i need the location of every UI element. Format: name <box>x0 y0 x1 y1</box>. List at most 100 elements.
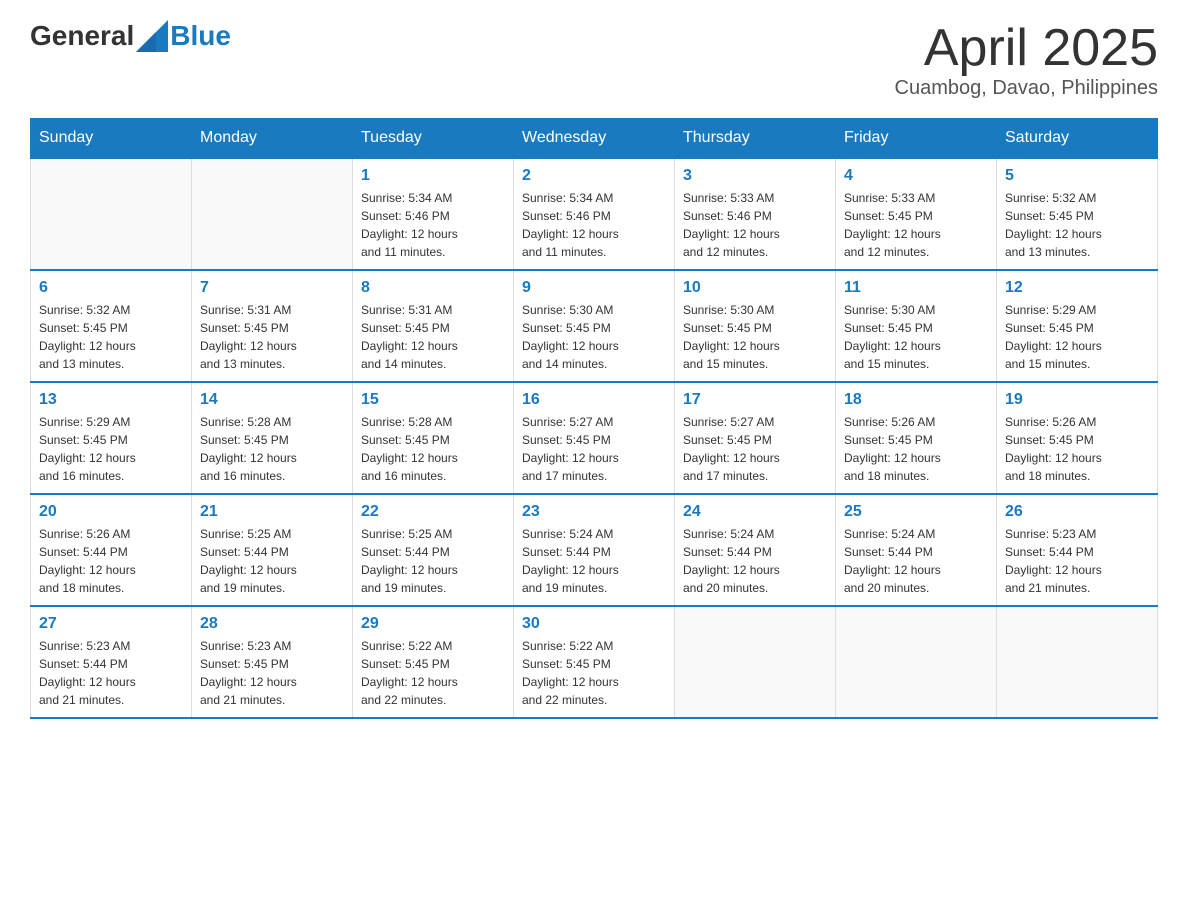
day-info: Sunrise: 5:30 AMSunset: 5:45 PMDaylight:… <box>522 301 666 373</box>
day-number: 24 <box>683 503 827 521</box>
day-number: 6 <box>39 279 183 297</box>
day-info: Sunrise: 5:29 AMSunset: 5:45 PMDaylight:… <box>39 413 183 485</box>
day-info: Sunrise: 5:26 AMSunset: 5:45 PMDaylight:… <box>1005 413 1149 485</box>
day-number: 28 <box>200 615 344 633</box>
calendar-cell: 12 Sunrise: 5:29 AMSunset: 5:45 PMDayligh… <box>997 270 1158 382</box>
day-number: 16 <box>522 391 666 409</box>
calendar-cell: 11 Sunrise: 5:30 AMSunset: 5:45 PMDayligh… <box>836 270 997 382</box>
day-info: Sunrise: 5:30 AMSunset: 5:45 PMDaylight:… <box>683 301 827 373</box>
calendar-week-row: 6 Sunrise: 5:32 AMSunset: 5:45 PMDaylight… <box>31 270 1158 382</box>
day-info: Sunrise: 5:29 AMSunset: 5:45 PMDaylight:… <box>1005 301 1149 373</box>
day-number: 12 <box>1005 279 1149 297</box>
calendar-cell: 29 Sunrise: 5:22 AMSunset: 5:45 PMDayligh… <box>353 606 514 718</box>
calendar-cell: 25 Sunrise: 5:24 AMSunset: 5:44 PMDayligh… <box>836 494 997 606</box>
day-number: 5 <box>1005 167 1149 185</box>
day-info: Sunrise: 5:28 AMSunset: 5:45 PMDaylight:… <box>200 413 344 485</box>
calendar-cell: 27Sunrise: 5:23 AMSunset: 5:44 PMDayligh… <box>31 606 192 718</box>
day-info: Sunrise: 5:31 AMSunset: 5:45 PMDaylight:… <box>200 301 344 373</box>
day-number: 9 <box>522 279 666 297</box>
day-number: 13 <box>39 391 183 409</box>
calendar-week-row: 20Sunrise: 5:26 AMSunset: 5:44 PMDayligh… <box>31 494 1158 606</box>
day-number: 22 <box>361 503 505 521</box>
day-number: 19 <box>1005 391 1149 409</box>
day-number: 18 <box>844 391 988 409</box>
calendar-cell: 5 Sunrise: 5:32 AMSunset: 5:45 PMDaylight… <box>997 158 1158 270</box>
day-number: 11 <box>844 279 988 297</box>
calendar-cell: 21Sunrise: 5:25 AMSunset: 5:44 PMDayligh… <box>192 494 353 606</box>
logo: General Blue <box>30 20 231 52</box>
day-info: Sunrise: 5:32 AMSunset: 5:45 PMDaylight:… <box>1005 189 1149 261</box>
calendar-cell: 15 Sunrise: 5:28 AMSunset: 5:45 PMDayligh… <box>353 382 514 494</box>
day-info: Sunrise: 5:25 AMSunset: 5:44 PMDaylight:… <box>200 525 344 597</box>
calendar-cell: 24 Sunrise: 5:24 AMSunset: 5:44 PMDayligh… <box>675 494 836 606</box>
calendar-cell <box>836 606 997 718</box>
day-info: Sunrise: 5:23 AMSunset: 5:44 PMDaylight:… <box>1005 525 1149 597</box>
day-info: Sunrise: 5:23 AMSunset: 5:45 PMDaylight:… <box>200 637 344 709</box>
day-info: Sunrise: 5:33 AMSunset: 5:45 PMDaylight:… <box>844 189 988 261</box>
calendar-cell: 22 Sunrise: 5:25 AMSunset: 5:44 PMDayligh… <box>353 494 514 606</box>
day-number: 30 <box>522 615 666 633</box>
calendar-cell: 6 Sunrise: 5:32 AMSunset: 5:45 PMDaylight… <box>31 270 192 382</box>
day-number: 7 <box>200 279 344 297</box>
day-of-week-header: Wednesday <box>514 119 675 159</box>
day-info: Sunrise: 5:28 AMSunset: 5:45 PMDaylight:… <box>361 413 505 485</box>
day-number: 15 <box>361 391 505 409</box>
day-info: Sunrise: 5:31 AMSunset: 5:45 PMDaylight:… <box>361 301 505 373</box>
day-info: Sunrise: 5:27 AMSunset: 5:45 PMDaylight:… <box>522 413 666 485</box>
day-number: 20 <box>39 503 183 521</box>
calendar-header-row: SundayMondayTuesdayWednesdayThursdayFrid… <box>31 119 1158 159</box>
day-number: 10 <box>683 279 827 297</box>
day-number: 14 <box>200 391 344 409</box>
calendar-cell <box>192 158 353 270</box>
page-title: April 2025 <box>895 20 1159 77</box>
day-info: Sunrise: 5:24 AMSunset: 5:44 PMDaylight:… <box>844 525 988 597</box>
calendar-cell: 30 Sunrise: 5:22 AMSunset: 5:45 PMDayligh… <box>514 606 675 718</box>
day-info: Sunrise: 5:24 AMSunset: 5:44 PMDaylight:… <box>683 525 827 597</box>
day-number: 25 <box>844 503 988 521</box>
day-info: Sunrise: 5:23 AMSunset: 5:44 PMDaylight:… <box>39 637 183 709</box>
calendar-cell: 2 Sunrise: 5:34 AMSunset: 5:46 PMDaylight… <box>514 158 675 270</box>
day-info: Sunrise: 5:26 AMSunset: 5:45 PMDaylight:… <box>844 413 988 485</box>
day-number: 1 <box>361 167 505 185</box>
day-info: Sunrise: 5:22 AMSunset: 5:45 PMDaylight:… <box>361 637 505 709</box>
day-number: 23 <box>522 503 666 521</box>
title-section: April 2025 Cuambog, Davao, Philippines <box>895 20 1159 100</box>
calendar-cell: 9 Sunrise: 5:30 AMSunset: 5:45 PMDaylight… <box>514 270 675 382</box>
day-number: 4 <box>844 167 988 185</box>
day-info: Sunrise: 5:22 AMSunset: 5:45 PMDaylight:… <box>522 637 666 709</box>
day-number: 2 <box>522 167 666 185</box>
logo-icon <box>136 20 168 52</box>
day-info: Sunrise: 5:27 AMSunset: 5:45 PMDaylight:… <box>683 413 827 485</box>
calendar-cell: 23Sunrise: 5:24 AMSunset: 5:44 PMDayligh… <box>514 494 675 606</box>
calendar-cell: 1 Sunrise: 5:34 AMSunset: 5:46 PMDaylight… <box>353 158 514 270</box>
day-number: 3 <box>683 167 827 185</box>
calendar-cell: 4 Sunrise: 5:33 AMSunset: 5:45 PMDaylight… <box>836 158 997 270</box>
day-number: 29 <box>361 615 505 633</box>
calendar-cell: 18 Sunrise: 5:26 AMSunset: 5:45 PMDayligh… <box>836 382 997 494</box>
day-of-week-header: Monday <box>192 119 353 159</box>
calendar-cell: 7 Sunrise: 5:31 AMSunset: 5:45 PMDaylight… <box>192 270 353 382</box>
logo-text-general: General <box>30 20 134 52</box>
day-info: Sunrise: 5:34 AMSunset: 5:46 PMDaylight:… <box>522 189 666 261</box>
day-of-week-header: Friday <box>836 119 997 159</box>
calendar-week-row: 27Sunrise: 5:23 AMSunset: 5:44 PMDayligh… <box>31 606 1158 718</box>
day-of-week-header: Saturday <box>997 119 1158 159</box>
day-of-week-header: Thursday <box>675 119 836 159</box>
day-info: Sunrise: 5:30 AMSunset: 5:45 PMDaylight:… <box>844 301 988 373</box>
day-of-week-header: Tuesday <box>353 119 514 159</box>
calendar-cell: 26 Sunrise: 5:23 AMSunset: 5:44 PMDayligh… <box>997 494 1158 606</box>
calendar-cell: 19 Sunrise: 5:26 AMSunset: 5:45 PMDayligh… <box>997 382 1158 494</box>
calendar-cell: 20Sunrise: 5:26 AMSunset: 5:44 PMDayligh… <box>31 494 192 606</box>
calendar-week-row: 13 Sunrise: 5:29 AMSunset: 5:45 PMDayligh… <box>31 382 1158 494</box>
calendar-cell <box>997 606 1158 718</box>
day-of-week-header: Sunday <box>31 119 192 159</box>
day-info: Sunrise: 5:25 AMSunset: 5:44 PMDaylight:… <box>361 525 505 597</box>
day-number: 26 <box>1005 503 1149 521</box>
day-info: Sunrise: 5:34 AMSunset: 5:46 PMDaylight:… <box>361 189 505 261</box>
calendar-cell <box>31 158 192 270</box>
day-number: 17 <box>683 391 827 409</box>
page-subtitle: Cuambog, Davao, Philippines <box>895 77 1159 100</box>
calendar-cell: 8Sunrise: 5:31 AMSunset: 5:45 PMDaylight… <box>353 270 514 382</box>
calendar-cell: 14 Sunrise: 5:28 AMSunset: 5:45 PMDayligh… <box>192 382 353 494</box>
day-info: Sunrise: 5:32 AMSunset: 5:45 PMDaylight:… <box>39 301 183 373</box>
